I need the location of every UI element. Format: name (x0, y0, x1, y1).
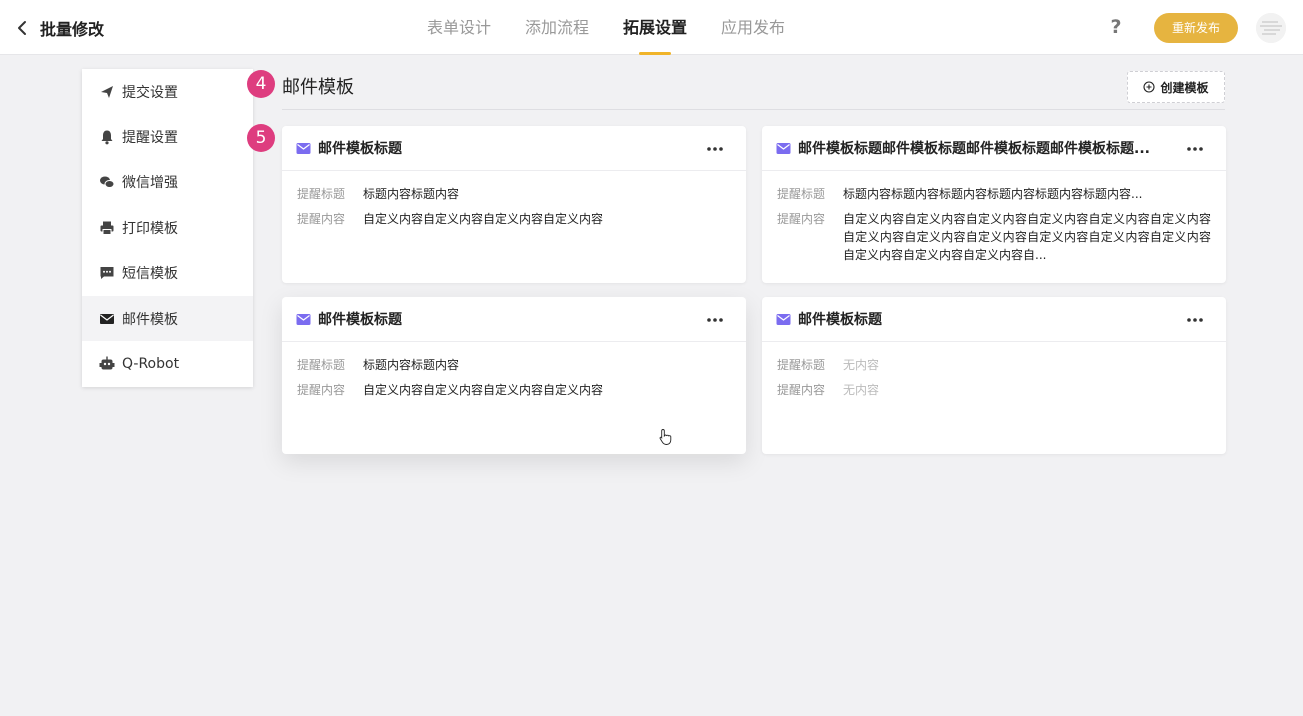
page-title: 批量修改 (40, 20, 105, 39)
mail-icon (296, 313, 311, 325)
mail-template-card[interactable]: 邮件模板标题邮件模板标题邮件模板标题邮件模板标题... 提醒标题 标题内容标题内… (762, 126, 1226, 283)
sidebar-item-print-template[interactable]: 打印模板 (82, 205, 253, 250)
content-label: 提醒内容 (297, 383, 346, 397)
subject-label: 提醒标题 (297, 358, 346, 372)
more-options-button[interactable] (706, 312, 724, 326)
subject-label: 提醒标题 (297, 187, 346, 201)
mail-icon (776, 313, 791, 325)
help-icon[interactable]: ? (1106, 15, 1126, 39)
card-header: 邮件模板标题 (282, 126, 746, 171)
tab-extension-settings[interactable]: 拓展设置 (606, 0, 704, 55)
bell-icon (101, 130, 113, 145)
section-divider (282, 109, 1225, 110)
content-value: 无内容 (843, 383, 880, 397)
card-header: 邮件模板标题 (762, 297, 1226, 342)
card-header: 邮件模板标题邮件模板标题邮件模板标题邮件模板标题... (762, 126, 1226, 171)
chevron-left-icon (18, 21, 26, 35)
subject-value: 标题内容标题内容 (363, 187, 460, 201)
tab-app-publish[interactable]: 应用发布 (704, 0, 802, 55)
sidebar-item-label: 提醒设置 (122, 130, 178, 147)
card-title: 邮件模板标题 (318, 141, 402, 157)
more-horizontal-icon (707, 147, 723, 151)
sidebar-item-label: 邮件模板 (122, 311, 178, 328)
content-label: 提醒内容 (297, 212, 346, 226)
sidebar-item-label: 打印模板 (122, 220, 178, 237)
step-badge: 5 (247, 124, 275, 152)
card-body: 提醒标题 标题内容标题内容标题内容标题内容标题内容标题内容... 提醒内容 自定… (762, 171, 1226, 264)
plus-circle-icon (1143, 81, 1156, 93)
avatar[interactable] (1256, 13, 1286, 43)
sidebar-item-label: 提交设置 (122, 84, 178, 101)
republish-button[interactable]: 重新发布 (1154, 13, 1238, 43)
card-title: 邮件模板标题 (798, 312, 882, 328)
sidebar-item-sms-template[interactable]: 短信模板 (82, 251, 253, 296)
subject-row: 提醒标题 无内容 (777, 356, 1211, 374)
sidebar: 提交设置 提醒设置 微信增强 打印模板 短信模板 邮件模板 Q-Robot (82, 69, 253, 387)
card-header: 邮件模板标题 (282, 297, 746, 342)
subject-value: 标题内容标题内容 (363, 358, 460, 372)
content-label: 提醒内容 (777, 383, 826, 397)
user-avatar-icon (1256, 13, 1286, 43)
subject-value: 无内容 (843, 358, 880, 372)
content-value: 自定义内容自定义内容自定义内容自定义内容自定义内容自定义内容自定义内容自定义内容… (843, 212, 1211, 262)
paper-plane-icon (101, 85, 113, 98)
content-row: 提醒内容 自定义内容自定义内容自定义内容自定义内容自定义内容自定义内容自定义内容… (777, 210, 1211, 264)
more-options-button[interactable] (1186, 312, 1204, 326)
subject-label: 提醒标题 (777, 358, 826, 372)
wechat-icon (100, 176, 115, 189)
top-tabs: 表单设计 添加流程 拓展设置 应用发布 (410, 0, 802, 55)
mail-icon (776, 142, 791, 154)
mail-template-card[interactable]: 邮件模板标题 提醒标题 标题内容标题内容 提醒内容 自定义内容自定义内容自定义内… (282, 126, 746, 283)
sidebar-item-mail-template[interactable]: 邮件模板 (82, 295, 253, 342)
create-template-button[interactable]: 创建模板 (1127, 71, 1225, 103)
card-body: 提醒标题 标题内容标题内容 提醒内容 自定义内容自定义内容自定义内容自定义内容 (282, 171, 746, 228)
sidebar-item-label: 短信模板 (122, 266, 178, 283)
content-value: 自定义内容自定义内容自定义内容自定义内容 (363, 383, 604, 397)
subject-row: 提醒标题 标题内容标题内容 (297, 185, 731, 203)
card-body: 提醒标题 标题内容标题内容 提醒内容 自定义内容自定义内容自定义内容自定义内容 (282, 342, 746, 399)
sidebar-item-reminder-settings[interactable]: 提醒设置 (82, 114, 253, 159)
mail-icon (100, 313, 114, 324)
sidebar-item-q-robot[interactable]: Q-Robot (82, 341, 253, 386)
mail-icon (296, 142, 311, 154)
sidebar-item-wechat[interactable]: 微信增强 (82, 160, 253, 205)
content-value: 自定义内容自定义内容自定义内容自定义内容 (363, 212, 604, 226)
create-template-label: 创建模板 (1160, 80, 1209, 95)
content-row: 提醒内容 自定义内容自定义内容自定义内容自定义内容 (297, 381, 731, 399)
tab-add-flow[interactable]: 添加流程 (508, 0, 606, 55)
subject-label: 提醒标题 (777, 187, 826, 201)
section-title: 邮件模板 (282, 77, 354, 98)
card-body: 提醒标题 无内容 提醒内容 无内容 (762, 342, 1226, 399)
subject-row: 提醒标题 标题内容标题内容 (297, 356, 731, 374)
sidebar-item-label: 微信增强 (122, 175, 178, 192)
step-badge: 4 (247, 70, 275, 98)
message-icon (100, 267, 114, 280)
robot-icon (99, 356, 115, 370)
printer-icon (100, 221, 114, 235)
card-title: 邮件模板标题 (318, 312, 402, 328)
sidebar-item-label: Q-Robot (122, 356, 180, 373)
more-options-button[interactable] (1186, 141, 1204, 155)
mail-template-card[interactable]: 邮件模板标题 提醒标题 标题内容标题内容 提醒内容 自定义内容自定义内容自定义内… (282, 297, 746, 454)
more-horizontal-icon (707, 318, 723, 322)
hand-cursor-icon (659, 429, 672, 445)
subject-value: 标题内容标题内容标题内容标题内容标题内容标题内容... (843, 187, 1143, 201)
content-row: 提醒内容 自定义内容自定义内容自定义内容自定义内容 (297, 210, 731, 228)
card-title: 邮件模板标题邮件模板标题邮件模板标题邮件模板标题... (798, 141, 1150, 157)
more-horizontal-icon (1187, 318, 1203, 322)
sidebar-item-submit-settings[interactable]: 提交设置 (82, 69, 253, 114)
top-header: 批量修改 表单设计 添加流程 拓展设置 应用发布 ? 重新发布 (0, 0, 1303, 55)
more-options-button[interactable] (706, 141, 724, 155)
back-button[interactable]: 批量修改 (14, 14, 104, 42)
tab-form-design[interactable]: 表单设计 (410, 0, 508, 55)
content-label: 提醒内容 (777, 212, 826, 226)
subject-row: 提醒标题 标题内容标题内容标题内容标题内容标题内容标题内容... (777, 185, 1211, 203)
mail-template-card[interactable]: 邮件模板标题 提醒标题 无内容 提醒内容 无内容 (762, 297, 1226, 454)
more-horizontal-icon (1187, 147, 1203, 151)
content-row: 提醒内容 无内容 (777, 381, 1211, 399)
